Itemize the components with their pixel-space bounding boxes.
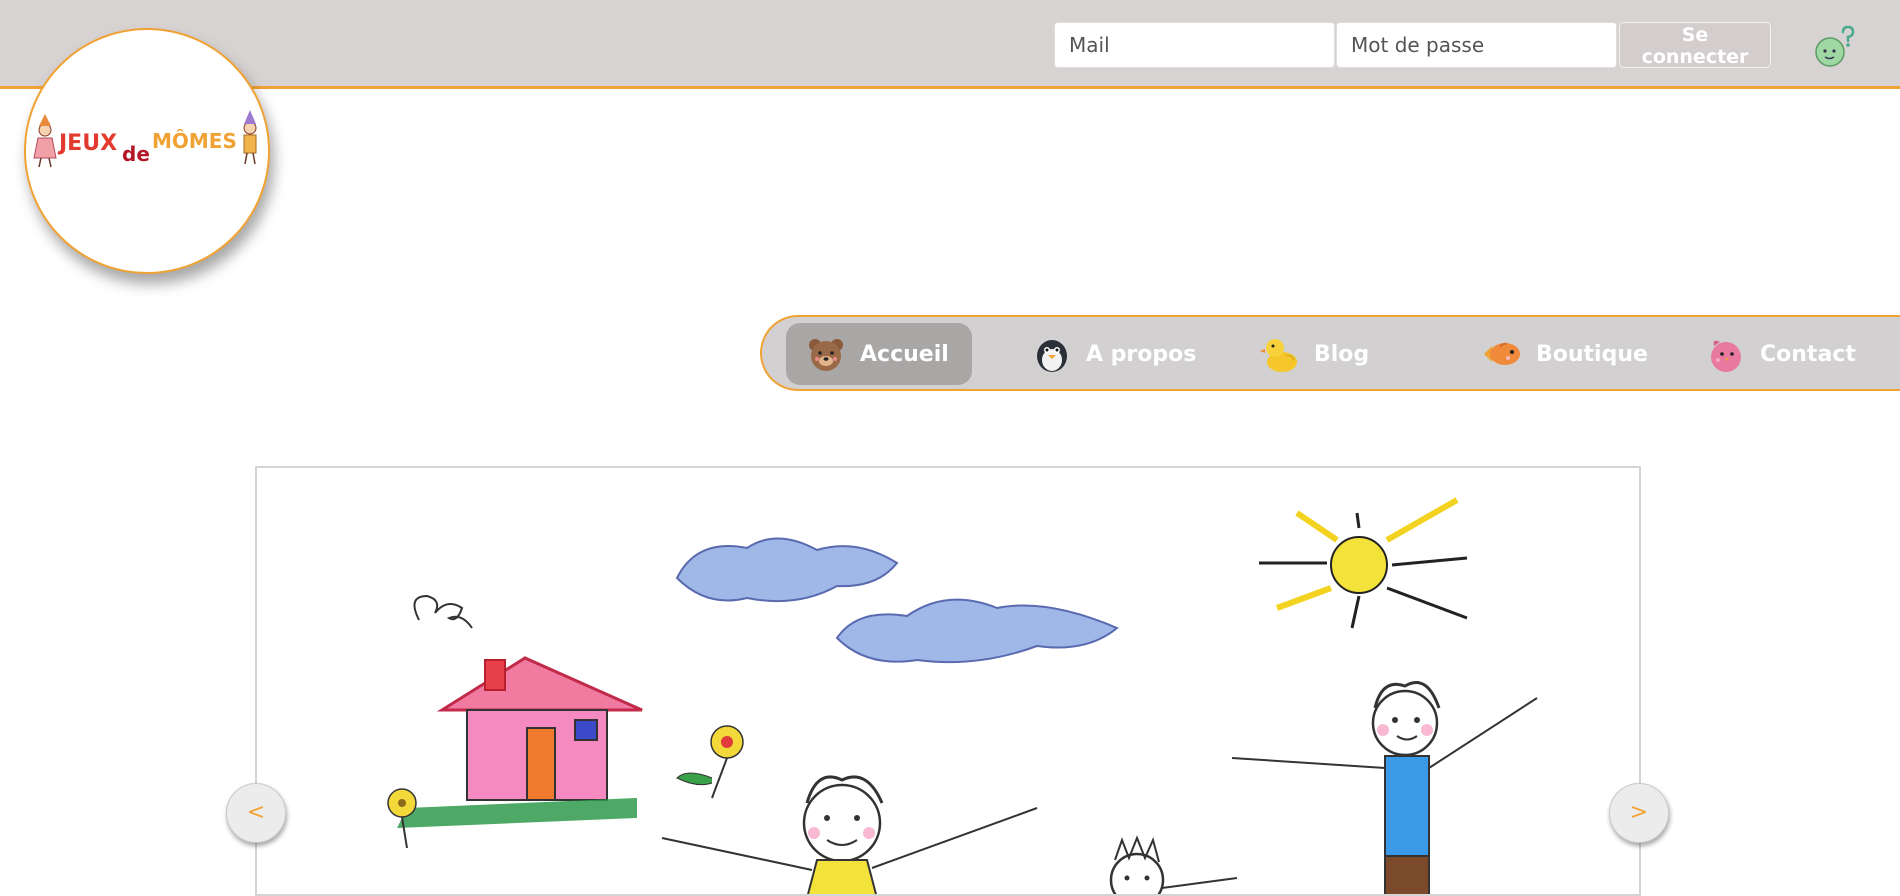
logo-word-de: de: [122, 142, 150, 166]
nav-item-a-propos[interactable]: A propos: [1032, 323, 1196, 385]
main-nav: Accueil A propos Blog Boutique Contact: [760, 315, 1900, 391]
child-drawing-image: [387, 497, 1538, 894]
boy-figure-icon: [243, 110, 257, 165]
email-field[interactable]: [1054, 22, 1335, 68]
logo-word-momes: MÔMES: [152, 129, 237, 153]
top-bar: Se connecter: [0, 0, 1900, 89]
cloud-illustration: [675, 537, 1119, 664]
bear-icon: [809, 339, 843, 371]
logo-word-jeux: JEUX: [57, 131, 117, 156]
carousel-prev-button[interactable]: <: [226, 783, 286, 843]
nav-label-blog: Blog: [1314, 341, 1370, 367]
girl-figure-icon: [33, 114, 57, 168]
carousel-next-button[interactable]: >: [1609, 783, 1669, 843]
fish-icon: [1484, 342, 1520, 365]
house-illustration: [397, 656, 643, 828]
login-button[interactable]: Se connecter: [1619, 22, 1771, 68]
site-logo[interactable]: JEUX de MÔMES: [24, 28, 270, 274]
person-illustration: [661, 775, 1038, 894]
nav-item-blog[interactable]: Blog: [1260, 323, 1369, 385]
nav-item-accueil[interactable]: Accueil: [786, 323, 972, 385]
nav-item-boutique[interactable]: Boutique: [1482, 323, 1648, 385]
tall-person-illustration: [1231, 681, 1538, 894]
password-field[interactable]: [1336, 22, 1617, 68]
sun-illustration: [1259, 497, 1468, 629]
penguin-icon: [1037, 340, 1067, 372]
small-person-illustration: [1109, 835, 1238, 894]
carousel-slide: [255, 466, 1641, 896]
help-face-icon[interactable]: [1812, 25, 1858, 71]
nav-label-accueil: Accueil: [860, 341, 949, 367]
duck-icon: [1260, 339, 1297, 372]
nav-label-a-propos: A propos: [1086, 341, 1197, 367]
nav-item-contact[interactable]: Contact: [1706, 323, 1856, 385]
nav-label-boutique: Boutique: [1536, 341, 1648, 367]
bird-icon: [1711, 340, 1741, 372]
nav-label-contact: Contact: [1760, 341, 1856, 367]
